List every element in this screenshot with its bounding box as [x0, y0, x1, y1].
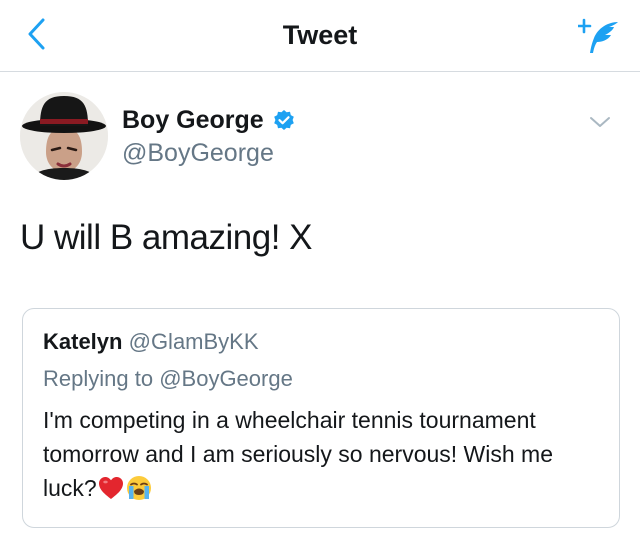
- tweet-text: U will B amazing! X: [20, 218, 312, 257]
- top-navigation-bar: Tweet: [0, 0, 640, 72]
- avatar[interactable]: [20, 92, 108, 180]
- quoted-tweet-card[interactable]: Katelyn @GlamByKK Replying to @BoyGeorge…: [22, 308, 620, 528]
- author-handle[interactable]: @BoyGeorge: [122, 139, 274, 168]
- verified-badge-icon: [273, 109, 294, 130]
- quoted-author-handle: @GlamByKK: [128, 329, 259, 354]
- replying-to-handle[interactable]: @BoyGeorge: [159, 366, 293, 391]
- compose-tweet-button[interactable]: [576, 12, 624, 60]
- quoted-tweet-text: I'm competing in a wheelchair tennis tou…: [43, 403, 603, 505]
- page-title: Tweet: [282, 20, 358, 50]
- compose-feather-icon: [578, 18, 618, 53]
- back-button[interactable]: [16, 14, 56, 54]
- tweet-author: Boy George @BoyGeorge: [20, 88, 620, 184]
- author-display-name[interactable]: Boy George: [122, 106, 264, 135]
- chevron-left-icon: [28, 18, 45, 50]
- red-heart-emoji: [98, 477, 123, 499]
- quoted-author-name: Katelyn: [43, 329, 123, 354]
- tweet-menu-button[interactable]: [586, 108, 614, 136]
- chevron-down-icon: [590, 117, 610, 127]
- crying-face-emoji: [126, 476, 151, 500]
- quoted-author-row: Katelyn @GlamByKK: [43, 329, 259, 355]
- author-name-row: Boy George: [122, 106, 296, 135]
- replying-to-label: Replying to: [43, 366, 154, 391]
- replying-to-line: Replying to @BoyGeorge: [43, 366, 293, 392]
